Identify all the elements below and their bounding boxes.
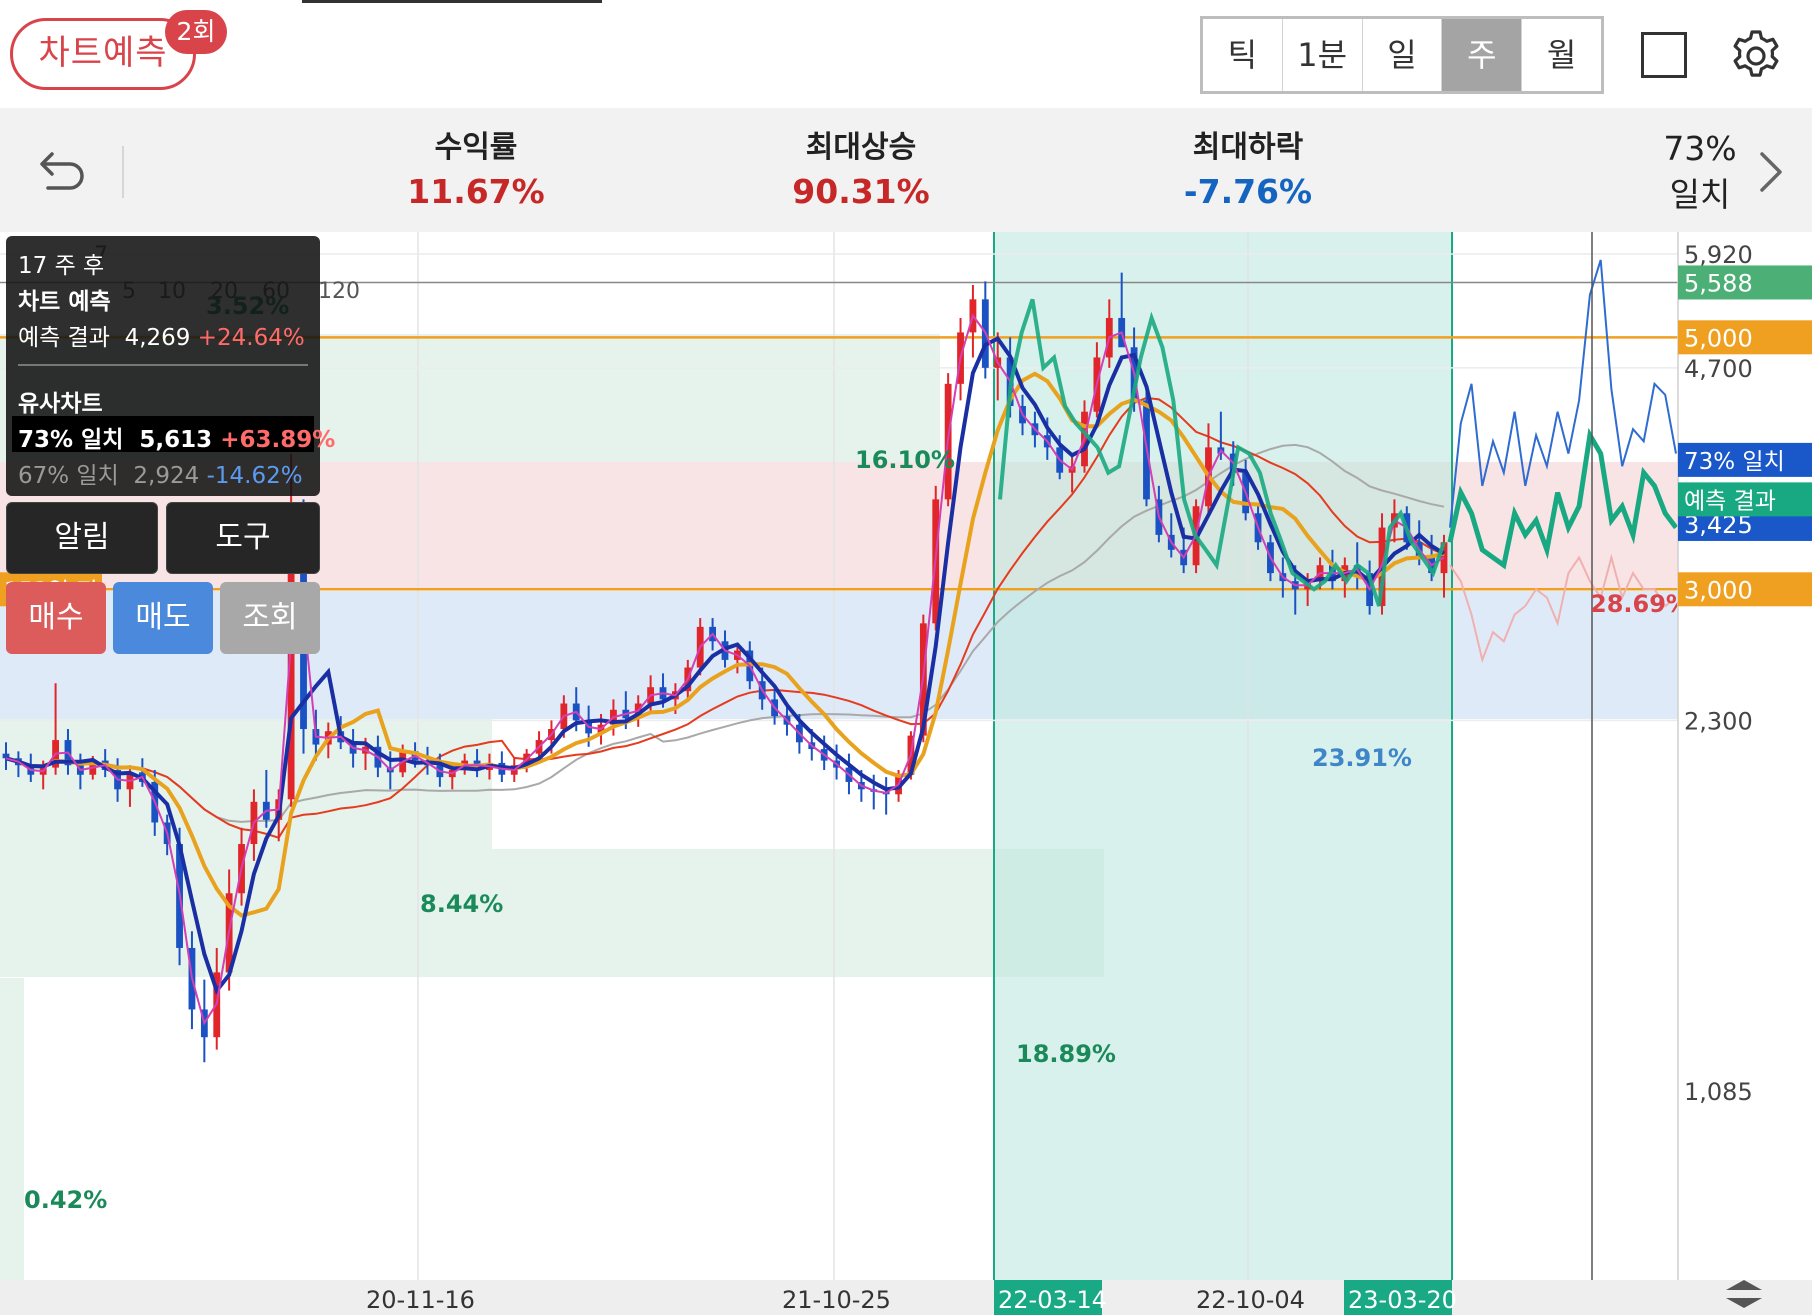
- top-indicator-line: [302, 0, 602, 3]
- match-tag-text: 73% 일치: [1684, 449, 1785, 475]
- price-tag-text-0: 5,588: [1684, 269, 1753, 297]
- alert-button[interactable]: 알림: [6, 502, 158, 574]
- fullscreen-square-icon[interactable]: [1641, 32, 1687, 78]
- stat-max-fall: 최대하락 -7.76%: [1138, 128, 1358, 216]
- prediction-result-value: 4,269: [124, 325, 191, 351]
- match-percent: 73%: [1663, 129, 1737, 168]
- period-tab-2[interactable]: 일: [1363, 19, 1443, 91]
- prediction-title: 차트 예측: [18, 289, 111, 315]
- view-button[interactable]: 조회: [220, 582, 320, 654]
- x-tick-2: 22-10-04: [1196, 1286, 1305, 1314]
- annotation-2: 18.89%: [1016, 1040, 1116, 1068]
- similar-chart-title: 유사차트: [18, 391, 103, 417]
- x-axis-bar: [0, 1280, 1812, 1315]
- period-tab-4[interactable]: 월: [1522, 19, 1601, 91]
- match1-label: 73% 일치: [18, 427, 124, 453]
- y-tick-1: 4,700: [1684, 355, 1753, 383]
- stat-max-rise: 최대상승 90.31%: [751, 128, 971, 216]
- stat-max-rise-value: 90.31%: [792, 172, 930, 211]
- y-tick-0: 5,920: [1684, 241, 1753, 269]
- stats-bar: 수익률 11.67% 최대상승 90.31% 최대하락 -7.76% 73% 일…: [0, 108, 1812, 233]
- top-bar: 차트예측 2회 틱 1분 일 주 월: [0, 0, 1812, 108]
- match2-value: 2,924: [133, 463, 200, 489]
- stat-return: 수익률 11.67%: [366, 128, 586, 216]
- annotation-5: 23.91%: [1312, 744, 1412, 772]
- stat-return-value: 11.67%: [407, 172, 545, 211]
- x-tick-0: 20-11-16: [366, 1286, 475, 1314]
- highlight-date-0: 22-03-14: [998, 1286, 1107, 1314]
- x-tick-1: 21-10-25: [782, 1286, 891, 1314]
- chart-prediction-label: 차트예측: [38, 33, 168, 73]
- count-badge: 2회: [165, 10, 227, 54]
- tools-button[interactable]: 도구: [166, 502, 320, 574]
- prediction-result-label: 예측 결과: [18, 325, 110, 351]
- price-tag-text-1: 5,000: [1684, 324, 1753, 352]
- y-axis-panel: [1678, 232, 1812, 1315]
- ma-legend-4: 120: [318, 279, 360, 304]
- gear-icon[interactable]: [1728, 28, 1784, 84]
- prediction-result-row: 예측 결과 4,269 +24.64%: [18, 318, 305, 352]
- prediction-tag-text: 예측 결과: [1684, 488, 1776, 514]
- period-tab-3[interactable]: 주: [1442, 19, 1523, 91]
- stat-max-fall-label: 최대하락: [1192, 130, 1304, 165]
- y-tick-2: 2,300: [1684, 707, 1753, 735]
- annotation-3: 0.42%: [24, 1186, 107, 1214]
- weeks-after-text: 17 주 후: [18, 253, 105, 279]
- period-tab-0[interactable]: 틱: [1203, 19, 1283, 91]
- annotation-1: 8.44%: [420, 890, 503, 918]
- match2-change: -14.62%: [206, 463, 303, 489]
- panel-divider: [18, 364, 308, 366]
- stat-return-label: 수익률: [434, 130, 518, 165]
- match1-change: +63.89%: [220, 427, 336, 453]
- match2-row[interactable]: 67% 일치 2,924 -14.62%: [18, 456, 303, 490]
- zone-green-bottom: [0, 849, 1104, 977]
- match-summary[interactable]: 73% 일치: [1640, 126, 1760, 218]
- match1-row[interactable]: 73% 일치 5,613 +63.89%: [18, 420, 335, 454]
- annotation-0: 16.10%: [855, 446, 955, 474]
- match-label: 일치: [1669, 175, 1731, 214]
- buy-button[interactable]: 매수: [6, 582, 106, 654]
- undo-icon[interactable]: [36, 144, 90, 198]
- zone-green-corner: [0, 978, 24, 1280]
- highlight-date-1: 23-03-20: [1348, 1286, 1457, 1314]
- stat-max-fall-value: -7.76%: [1183, 172, 1313, 211]
- match1-value: 5,613: [139, 427, 213, 453]
- period-tab-1[interactable]: 1분: [1283, 19, 1363, 91]
- match2-label: 67% 일치: [18, 463, 119, 489]
- sell-button[interactable]: 매도: [113, 582, 213, 654]
- chevron-right-icon[interactable]: [1752, 148, 1788, 196]
- annotation-4: 28.69%: [1590, 590, 1690, 618]
- prediction-info-panel: 17 주 후 차트 예측 예측 결과 4,269 +24.64% 유사차트 73…: [6, 236, 335, 496]
- price-tag-text-2: 3,000: [1684, 576, 1753, 604]
- period-selector: 틱 1분 일 주 월: [1200, 16, 1604, 94]
- stat-max-rise-label: 최대상승: [805, 130, 917, 165]
- separator: [122, 146, 124, 198]
- prediction-result-change: +24.64%: [197, 325, 305, 351]
- y-tick-3: 1,085: [1684, 1078, 1753, 1106]
